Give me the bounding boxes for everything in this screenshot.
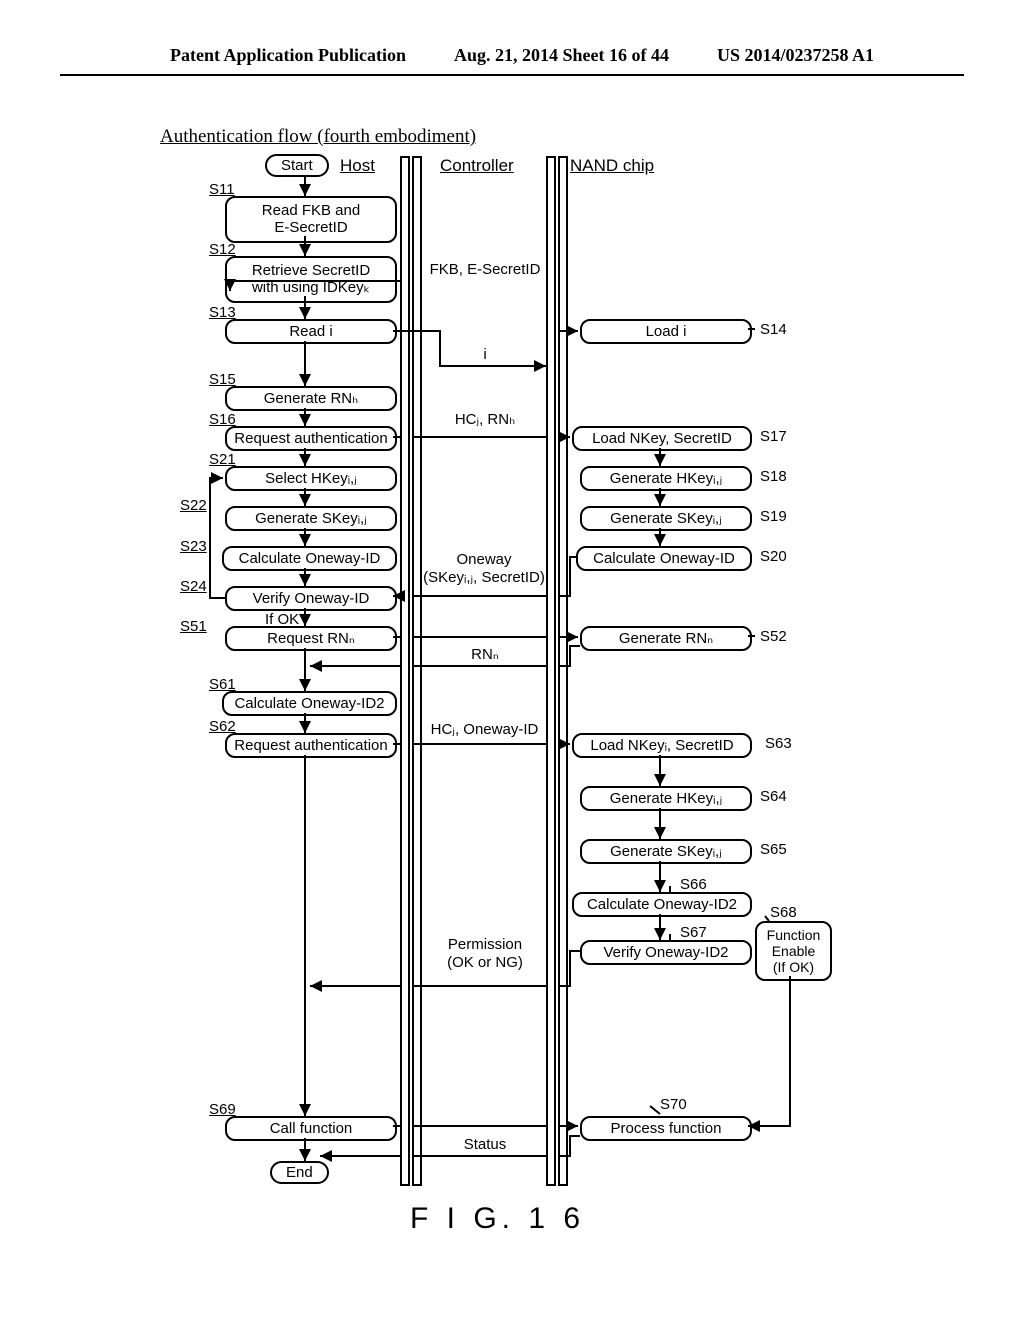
msg-rnn: RNₙ: [460, 646, 510, 664]
s12-box: Retrieve SecretIDwith using IDKeyₖ: [225, 256, 397, 303]
header-right: US 2014/0237258 A1: [717, 45, 874, 66]
s51-label: S51: [180, 618, 207, 635]
header-left: Patent Application Publication: [170, 45, 406, 66]
s64-box: Generate HKeyᵢ,ⱼ: [580, 786, 752, 811]
s11-box: Read FKB andE-SecretID: [225, 196, 397, 243]
s51-box: Request RNₙ: [225, 626, 397, 651]
diagram: Authentication flow (fourth embodiment) …: [110, 126, 970, 1226]
s65-box: Generate SKeyᵢ,ⱼ: [580, 839, 752, 864]
diagram-title: Authentication flow (fourth embodiment): [160, 126, 476, 148]
s22-label: S22: [180, 497, 207, 514]
s52-label: S52: [760, 628, 787, 645]
s68-box: FunctionEnable(If OK): [755, 921, 832, 981]
terminator-end: End: [270, 1161, 329, 1184]
terminator-start: Start: [265, 154, 329, 177]
lane-host-controller-right: [412, 156, 422, 1186]
s24-label: S24: [180, 578, 207, 595]
lane-controller-nand-left: [546, 156, 556, 1186]
s13-box: Read i: [225, 319, 397, 344]
s18-label: S18: [760, 468, 787, 485]
s18-box: Generate HKeyᵢ,ⱼ: [580, 466, 752, 491]
s22-box: Generate SKeyᵢ,ⱼ: [225, 506, 397, 531]
s11-label: S11: [209, 181, 235, 198]
s21-box: Select HKeyᵢ,ⱼ: [225, 466, 397, 491]
header-center: Aug. 21, 2014 Sheet 16 of 44: [454, 45, 669, 66]
s15-box: Generate RNₕ: [225, 386, 397, 411]
msg-hcone: HCⱼ, Oneway-ID: [422, 721, 547, 739]
s69-box: Call function: [225, 1116, 397, 1141]
s63-box: Load NKeyᵢ, SecretID: [572, 733, 752, 758]
s66-box: Calculate Oneway-ID2: [572, 892, 752, 917]
s66-label: S66: [680, 876, 707, 893]
s23-box: Calculate Oneway-ID: [222, 546, 397, 571]
s62-box: Request authentication: [225, 733, 397, 758]
s23-label: S23: [180, 538, 207, 555]
s70-label: S70: [660, 1096, 687, 1113]
lane-controller-nand-right: [558, 156, 568, 1186]
s24-box: Verify Oneway-ID: [225, 586, 397, 611]
s63-label: S63: [765, 735, 792, 752]
msg-perm: Permission(OK or NG): [430, 936, 540, 972]
s68-label: S68: [770, 904, 797, 921]
s19-label: S19: [760, 508, 787, 525]
s19-box: Generate SKeyᵢ,ⱼ: [580, 506, 752, 531]
s64-label: S64: [760, 788, 787, 805]
s65-label: S65: [760, 841, 787, 858]
s17-box: Load NKey, SecretID: [572, 426, 752, 451]
s20-label: S20: [760, 548, 787, 565]
msg-hcrn: HCⱼ, RNₕ: [430, 411, 540, 429]
col-nand: NAND chip: [570, 156, 654, 176]
s14-label: S14: [760, 321, 787, 338]
s67-label: S67: [680, 924, 707, 941]
s70-box: Process function: [580, 1116, 752, 1141]
s17-label: S17: [760, 428, 787, 445]
s61-box: Calculate Oneway-ID2: [222, 691, 397, 716]
col-host: Host: [340, 156, 375, 176]
col-controller: Controller: [440, 156, 514, 176]
s52-box: Generate RNₙ: [580, 626, 752, 651]
msg-i: i: [460, 346, 510, 364]
s14-box: Load i: [580, 319, 752, 344]
s20-box: Calculate Oneway-ID: [576, 546, 752, 571]
msg-status: Status: [455, 1136, 515, 1154]
figure-label: F I G. 1 6: [410, 1202, 585, 1236]
msg-oneway: Oneway(SKeyᵢ,ⱼ, SecretID): [420, 551, 548, 587]
msg-fkb: FKB, E-SecretID: [425, 261, 545, 279]
s67-box: Verify Oneway-ID2: [580, 940, 752, 965]
s16-box: Request authentication: [225, 426, 397, 451]
lane-host-controller-left: [400, 156, 410, 1186]
